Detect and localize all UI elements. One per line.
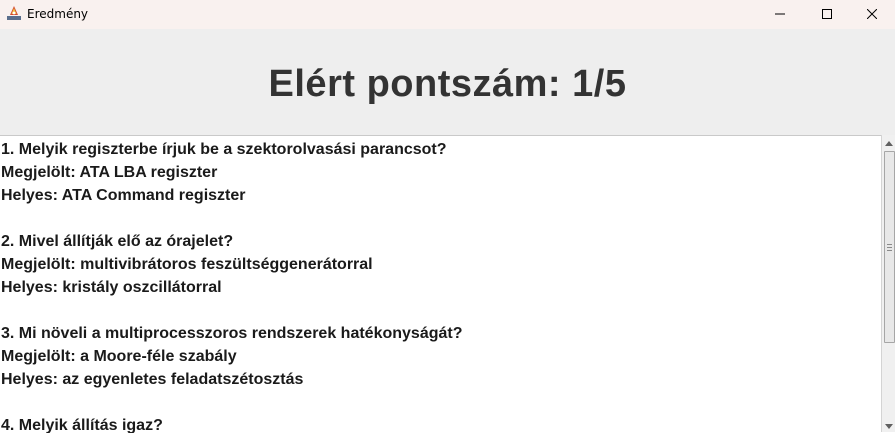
correct-answer-1: Helyes: ATA Command regiszter: [1, 187, 246, 204]
marked-answer-2: Megjelölt: multivibrátoros feszültséggen…: [1, 256, 373, 273]
window-title: Eredmény: [27, 7, 89, 21]
results-list: 1. Melyik regiszterbe írjuk be a szektor…: [0, 136, 881, 433]
marked-answer-1: Megjelölt: ATA LBA regiszter: [1, 164, 218, 181]
close-icon: [866, 6, 878, 24]
scroll-up-button[interactable]: [882, 135, 895, 149]
correct-answer-3: Helyes: az egyenletes feladatszétosztás: [1, 371, 304, 388]
vertical-scrollbar[interactable]: [881, 135, 895, 432]
java-app-icon: [6, 5, 22, 21]
minimize-icon: [775, 6, 785, 24]
results-text-area[interactable]: 1. Melyik regiszterbe írjuk be a szektor…: [0, 135, 881, 433]
question-3: 3. Mi növeli a multiprocesszoros rendsze…: [1, 325, 463, 342]
maximize-button[interactable]: [804, 0, 850, 29]
maximize-icon: [822, 6, 832, 24]
question-2: 2. Mivel állítják elő az órajelet?: [1, 233, 234, 250]
scrollbar-thumb[interactable]: [884, 151, 895, 343]
grip-line: [887, 250, 892, 251]
score-header: Elért pontszám: 1/5: [0, 29, 895, 135]
question-1: 1. Melyik regiszterbe írjuk be a szektor…: [1, 141, 447, 158]
scroll-down-button[interactable]: [882, 418, 895, 432]
title-bar[interactable]: Eredmény: [0, 0, 895, 29]
grip-line: [887, 244, 892, 245]
correct-answer-2: Helyes: kristály oszcillátorral: [1, 279, 222, 296]
marked-answer-3: Megjelölt: a Moore-féle szabály: [1, 348, 237, 365]
arrow-down-icon: [885, 416, 893, 434]
close-button[interactable]: [849, 0, 895, 29]
minimize-button[interactable]: [757, 0, 803, 29]
grip-line: [887, 247, 892, 248]
question-4: 4. Melyik állítás igaz?: [1, 417, 163, 433]
score-title: Elért pontszám: 1/5: [268, 62, 627, 105]
arrow-up-icon: [885, 133, 893, 151]
